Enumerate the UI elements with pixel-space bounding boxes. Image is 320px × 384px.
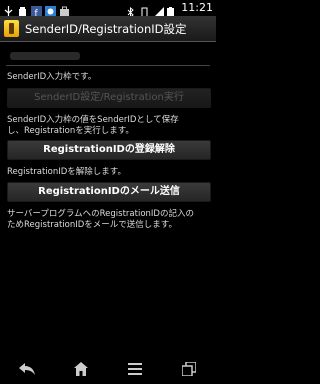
status-bar: f 11:21: [0, 0, 216, 19]
signal-icon: [153, 3, 165, 18]
app-title-bar: SenderID/RegistrationID設定: [0, 16, 216, 42]
back-icon: [19, 363, 35, 375]
unregister-button[interactable]: RegistrationIDの登録解除: [7, 140, 211, 160]
home-button[interactable]: [66, 359, 96, 379]
unregister-desc: RegistrationIDを解除します。: [7, 167, 126, 177]
usb-icon: [3, 2, 14, 17]
sender-id-register-button[interactable]: SenderID設定/Registration実行: [7, 88, 211, 108]
recent-apps-button[interactable]: [174, 359, 204, 379]
sender-id-input[interactable]: [6, 48, 210, 66]
back-button[interactable]: [12, 359, 42, 379]
mail-send-button[interactable]: RegistrationIDのメール送信: [7, 182, 211, 202]
sender-id-label: SenderID入力枠です。: [7, 72, 97, 82]
bag-icon: [59, 2, 70, 17]
sender-id-desc-1: SenderID入力枠の値をSenderIDとして保存: [7, 115, 179, 125]
status-time: 11:21: [181, 1, 213, 14]
nav-bar: [0, 354, 216, 384]
bluetooth-icon: [125, 3, 136, 18]
vibrate-icon: [139, 3, 150, 17]
sender-id-desc-2: し、Registrationを実行します。: [7, 126, 134, 136]
app-title: SenderID/RegistrationID設定: [25, 21, 187, 36]
app-icon: [4, 20, 19, 37]
image-icon: [45, 2, 56, 17]
menu-icon: [128, 363, 142, 375]
debug-icon: [17, 2, 28, 16]
home-icon: [74, 362, 88, 376]
menu-button[interactable]: [120, 359, 150, 379]
mail-desc-1: サーバープログラムへのRegistrationIDの記入の: [7, 209, 194, 219]
sender-id-value-redacted: [10, 52, 80, 60]
recent-apps-icon: [182, 362, 196, 376]
mail-desc-2: ためRegistrationIDをメールで送信します。: [7, 220, 177, 230]
battery-icon: [167, 3, 178, 18]
facebook-icon: f: [31, 2, 42, 19]
